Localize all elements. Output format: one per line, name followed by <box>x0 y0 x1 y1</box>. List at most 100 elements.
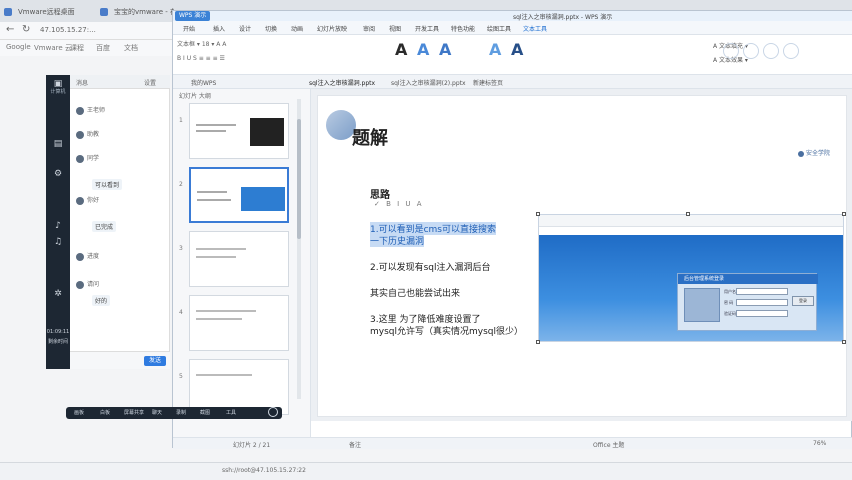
menu-item[interactable]: 绘图工具 <box>487 24 511 33</box>
ribbon: 文本框 ▾ 18 ▾ A A B I U S ≡ ≡ ≡ ☰ A A A A A… <box>173 35 852 75</box>
slide-thumbnail[interactable] <box>189 231 289 287</box>
wps-app-button[interactable]: WPS 演示 <box>175 11 211 21</box>
menu-item[interactable]: 设计 <box>239 24 251 33</box>
login-button[interactable]: 登录 <box>792 296 814 306</box>
login-code-field[interactable] <box>736 310 788 317</box>
zoom-level[interactable]: 76% <box>813 440 826 447</box>
toolbar-item[interactable]: 工具 <box>226 409 236 416</box>
remaining-time: 01:09:11 <box>46 329 70 335</box>
sidebar-item-settings[interactable]: ✲ <box>46 289 70 299</box>
menu-item[interactable]: 插入 <box>213 24 225 33</box>
chat-bubble: 可以看到 <box>92 179 123 190</box>
pane-tabs[interactable]: 幻灯片 大纲 <box>179 91 211 100</box>
selection-handle[interactable] <box>686 212 690 216</box>
chat-sender: 进度 <box>87 253 100 260</box>
chat-input[interactable]: 发送 <box>70 351 170 369</box>
chat-message: 你好 <box>76 195 99 205</box>
thumb-number: 4 <box>179 309 183 316</box>
scroll-thumb[interactable] <box>297 119 301 239</box>
toolbar-item[interactable]: 聊天 <box>152 409 162 416</box>
text-style-a[interactable]: A <box>489 41 501 59</box>
back-icon[interactable]: ← <box>6 24 14 35</box>
wps-window: WPS 演示 sql注入之审核漏洞.pptx - WPS 演示 开始 插入 设计… <box>172 10 852 449</box>
menu-item[interactable]: 特色功能 <box>451 24 475 33</box>
menu-item[interactable]: 开发工具 <box>415 24 439 33</box>
bookmark-item[interactable]: Google <box>6 43 31 51</box>
text-style-a[interactable]: A <box>417 41 429 59</box>
chat-settings-link[interactable]: 设置 <box>144 78 156 87</box>
menu-item[interactable]: 切换 <box>265 24 277 33</box>
slide[interactable]: 题解 安全学院 思路 ✓ B I U A 1.可以看到是cms可以直接搜索 一下… <box>317 95 847 417</box>
browser-tab[interactable]: Vmware远程桌面 <box>0 4 90 20</box>
login-title: 后台管理系统登录 <box>678 274 818 284</box>
circle-shape <box>743 43 759 59</box>
slide-thumbnail-selected[interactable] <box>189 167 289 223</box>
bookmark-item[interactable]: 课程 <box>70 43 84 53</box>
sidebar-item-music[interactable]: ♫ <box>46 237 70 247</box>
chat-message: 请问 <box>76 279 99 289</box>
toolbar-item[interactable]: 画板 <box>74 409 84 416</box>
login-username-field[interactable] <box>736 288 788 295</box>
browser-status-bar: ssh://root@47.105.15.27:22 <box>0 462 852 480</box>
menu-item-active[interactable]: 文本工具 <box>523 24 547 33</box>
login-password-field[interactable] <box>736 299 788 306</box>
bullet-text-selected[interactable]: 一下历史漏洞 <box>370 234 425 247</box>
toolbar-item[interactable]: 白板 <box>100 409 110 416</box>
slide-title[interactable]: 题解 <box>352 124 388 150</box>
thumb-number: 3 <box>179 245 183 252</box>
mini-format-toolbar[interactable]: ✓ B I U A <box>374 200 424 208</box>
sidebar-item-computer[interactable]: ▣ 计算机 <box>46 79 70 95</box>
notes-toggle[interactable]: 备注 <box>349 440 361 449</box>
text-style-a[interactable]: A <box>395 41 407 59</box>
menu-item[interactable]: 审阅 <box>363 24 375 33</box>
bookmark-item[interactable]: 百度 <box>96 43 110 53</box>
power-icon[interactable] <box>268 407 278 417</box>
menu-item[interactable]: 视图 <box>389 24 401 33</box>
browser-tab[interactable]: 宝宝的vmware - 在线课程 <box>96 4 174 20</box>
bullet-text[interactable]: 其实自己也能尝试出来 <box>370 286 460 299</box>
send-button[interactable]: 发送 <box>144 356 166 366</box>
circle-shape <box>783 43 799 59</box>
slide-thumbnail[interactable] <box>189 103 289 159</box>
doc-tab-active[interactable]: sql注入之审核漏洞.pptx <box>309 78 375 87</box>
bullet-text[interactable]: 2.可以发现有sql注入漏洞后台 <box>370 260 491 273</box>
reload-icon[interactable]: ↻ <box>22 24 30 35</box>
logo-text: 安全学院 <box>806 150 831 157</box>
ribbon-format-row[interactable]: B I U S ≡ ≡ ≡ ☰ <box>177 55 225 62</box>
thumb-text-line <box>196 124 236 126</box>
avatar <box>76 252 84 261</box>
sidebar-item-process[interactable]: ⚙ <box>46 169 70 179</box>
text-style-a[interactable]: A <box>439 41 451 59</box>
remaining-time-label: 剩余时间 <box>47 339 68 345</box>
doc-tab[interactable]: 我的WPS <box>191 78 216 87</box>
embedded-screenshot[interactable]: 后台管理系统登录 用户名 密 码 验证码 登录 <box>538 214 844 342</box>
slide-subtitle[interactable]: 思路 <box>370 186 390 201</box>
thumbnail-scrollbar[interactable] <box>297 99 301 399</box>
thumb-number: 5 <box>179 373 183 380</box>
sidebar-item-files[interactable]: ▤ <box>46 139 70 149</box>
selection-handle[interactable] <box>842 212 846 216</box>
doc-tab[interactable]: 新建标签页 <box>473 78 503 87</box>
selection-handle[interactable] <box>842 340 846 344</box>
toolbar-item[interactable]: 截图 <box>200 409 210 416</box>
wps-titlebar: WPS 演示 sql注入之审核漏洞.pptx - WPS 演示 <box>173 11 852 21</box>
bullet-text[interactable]: mysql允许写（真实情况mysql很少） <box>370 324 523 337</box>
login-dialog: 后台管理系统登录 用户名 密 码 验证码 登录 <box>677 273 818 331</box>
menu-item[interactable]: 动画 <box>291 24 303 33</box>
sidebar-item-volume[interactable]: ♪ <box>46 221 70 231</box>
chat-sender: 同学 <box>87 155 100 162</box>
toolbar-item[interactable]: 屏幕共享 <box>124 409 144 416</box>
doc-tab[interactable]: sql注入之审核漏洞(2).pptx <box>391 78 466 87</box>
selection-handle[interactable] <box>536 212 540 216</box>
text-style-a[interactable]: A <box>511 41 523 59</box>
slide-thumbnail[interactable] <box>189 295 289 351</box>
thumb-blue-image <box>241 187 285 211</box>
ribbon-font-row[interactable]: 文本框 ▾ 18 ▾ A A <box>177 39 226 48</box>
menu-item[interactable]: 开始 <box>183 24 195 33</box>
bookmark-item[interactable]: 文档 <box>124 43 138 53</box>
url-field[interactable]: 47.105.15.27:... <box>40 26 96 34</box>
toolbar-item[interactable]: 录制 <box>176 409 186 416</box>
bookmark-item[interactable]: Vmware 云 <box>34 43 72 53</box>
menu-item[interactable]: 幻灯片放映 <box>317 24 347 33</box>
selection-handle[interactable] <box>536 340 540 344</box>
